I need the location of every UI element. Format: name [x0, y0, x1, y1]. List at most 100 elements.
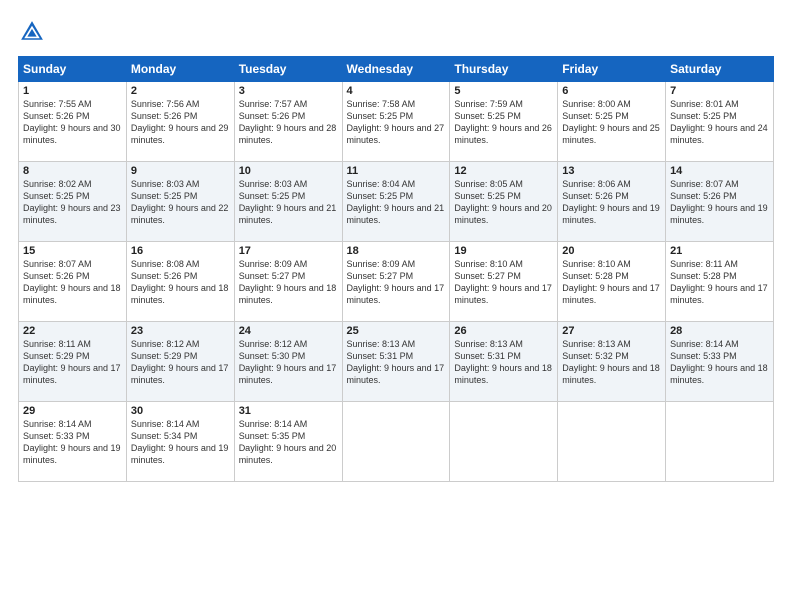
- day-cell: [342, 402, 450, 482]
- day-number: 7: [670, 85, 769, 97]
- day-number: 17: [239, 245, 338, 257]
- day-number: 13: [562, 165, 661, 177]
- page: SundayMondayTuesdayWednesdayThursdayFrid…: [0, 0, 792, 612]
- week-row-3: 15Sunrise: 8:07 AMSunset: 5:26 PMDayligh…: [19, 242, 774, 322]
- day-number: 5: [454, 85, 553, 97]
- day-cell: 31Sunrise: 8:14 AMSunset: 5:35 PMDayligh…: [234, 402, 342, 482]
- cell-details: Sunrise: 8:11 AMSunset: 5:29 PMDaylight:…: [23, 338, 122, 387]
- day-number: 23: [131, 325, 230, 337]
- cell-details: Sunrise: 7:58 AMSunset: 5:25 PMDaylight:…: [347, 98, 446, 147]
- day-cell: 27Sunrise: 8:13 AMSunset: 5:32 PMDayligh…: [558, 322, 666, 402]
- day-cell: 14Sunrise: 8:07 AMSunset: 5:26 PMDayligh…: [666, 162, 774, 242]
- cell-details: Sunrise: 7:59 AMSunset: 5:25 PMDaylight:…: [454, 98, 553, 147]
- day-number: 18: [347, 245, 446, 257]
- col-header-tuesday: Tuesday: [234, 57, 342, 82]
- day-number: 27: [562, 325, 661, 337]
- col-header-friday: Friday: [558, 57, 666, 82]
- day-number: 14: [670, 165, 769, 177]
- week-row-4: 22Sunrise: 8:11 AMSunset: 5:29 PMDayligh…: [19, 322, 774, 402]
- cell-details: Sunrise: 8:13 AMSunset: 5:32 PMDaylight:…: [562, 338, 661, 387]
- day-number: 28: [670, 325, 769, 337]
- day-number: 20: [562, 245, 661, 257]
- cell-details: Sunrise: 8:13 AMSunset: 5:31 PMDaylight:…: [347, 338, 446, 387]
- day-cell: 28Sunrise: 8:14 AMSunset: 5:33 PMDayligh…: [666, 322, 774, 402]
- day-cell: 22Sunrise: 8:11 AMSunset: 5:29 PMDayligh…: [19, 322, 127, 402]
- cell-details: Sunrise: 8:07 AMSunset: 5:26 PMDaylight:…: [670, 178, 769, 227]
- cell-details: Sunrise: 8:07 AMSunset: 5:26 PMDaylight:…: [23, 258, 122, 307]
- day-cell: 15Sunrise: 8:07 AMSunset: 5:26 PMDayligh…: [19, 242, 127, 322]
- cell-details: Sunrise: 8:14 AMSunset: 5:35 PMDaylight:…: [239, 418, 338, 467]
- day-cell: 5Sunrise: 7:59 AMSunset: 5:25 PMDaylight…: [450, 82, 558, 162]
- day-cell: 30Sunrise: 8:14 AMSunset: 5:34 PMDayligh…: [126, 402, 234, 482]
- day-number: 24: [239, 325, 338, 337]
- week-row-2: 8Sunrise: 8:02 AMSunset: 5:25 PMDaylight…: [19, 162, 774, 242]
- cell-details: Sunrise: 8:13 AMSunset: 5:31 PMDaylight:…: [454, 338, 553, 387]
- day-cell: 6Sunrise: 8:00 AMSunset: 5:25 PMDaylight…: [558, 82, 666, 162]
- cell-details: Sunrise: 7:57 AMSunset: 5:26 PMDaylight:…: [239, 98, 338, 147]
- day-number: 25: [347, 325, 446, 337]
- day-cell: 10Sunrise: 8:03 AMSunset: 5:25 PMDayligh…: [234, 162, 342, 242]
- day-number: 19: [454, 245, 553, 257]
- calendar-table: SundayMondayTuesdayWednesdayThursdayFrid…: [18, 56, 774, 482]
- day-cell: 29Sunrise: 8:14 AMSunset: 5:33 PMDayligh…: [19, 402, 127, 482]
- cell-details: Sunrise: 7:56 AMSunset: 5:26 PMDaylight:…: [131, 98, 230, 147]
- col-header-saturday: Saturday: [666, 57, 774, 82]
- cell-details: Sunrise: 8:14 AMSunset: 5:33 PMDaylight:…: [23, 418, 122, 467]
- day-cell: 24Sunrise: 8:12 AMSunset: 5:30 PMDayligh…: [234, 322, 342, 402]
- day-cell: 12Sunrise: 8:05 AMSunset: 5:25 PMDayligh…: [450, 162, 558, 242]
- day-cell: 16Sunrise: 8:08 AMSunset: 5:26 PMDayligh…: [126, 242, 234, 322]
- day-number: 29: [23, 405, 122, 417]
- day-number: 6: [562, 85, 661, 97]
- day-cell: 23Sunrise: 8:12 AMSunset: 5:29 PMDayligh…: [126, 322, 234, 402]
- day-number: 30: [131, 405, 230, 417]
- day-number: 31: [239, 405, 338, 417]
- cell-details: Sunrise: 8:05 AMSunset: 5:25 PMDaylight:…: [454, 178, 553, 227]
- cell-details: Sunrise: 8:03 AMSunset: 5:25 PMDaylight:…: [239, 178, 338, 227]
- logo-icon: [18, 18, 46, 46]
- cell-details: Sunrise: 7:55 AMSunset: 5:26 PMDaylight:…: [23, 98, 122, 147]
- week-row-5: 29Sunrise: 8:14 AMSunset: 5:33 PMDayligh…: [19, 402, 774, 482]
- cell-details: Sunrise: 8:12 AMSunset: 5:30 PMDaylight:…: [239, 338, 338, 387]
- cell-details: Sunrise: 8:06 AMSunset: 5:26 PMDaylight:…: [562, 178, 661, 227]
- day-number: 9: [131, 165, 230, 177]
- day-cell: 3Sunrise: 7:57 AMSunset: 5:26 PMDaylight…: [234, 82, 342, 162]
- cell-details: Sunrise: 8:08 AMSunset: 5:26 PMDaylight:…: [131, 258, 230, 307]
- day-cell: [666, 402, 774, 482]
- cell-details: Sunrise: 8:09 AMSunset: 5:27 PMDaylight:…: [347, 258, 446, 307]
- cell-details: Sunrise: 8:10 AMSunset: 5:27 PMDaylight:…: [454, 258, 553, 307]
- day-cell: 19Sunrise: 8:10 AMSunset: 5:27 PMDayligh…: [450, 242, 558, 322]
- col-header-sunday: Sunday: [19, 57, 127, 82]
- cell-details: Sunrise: 8:02 AMSunset: 5:25 PMDaylight:…: [23, 178, 122, 227]
- day-cell: 11Sunrise: 8:04 AMSunset: 5:25 PMDayligh…: [342, 162, 450, 242]
- day-number: 21: [670, 245, 769, 257]
- day-cell: [558, 402, 666, 482]
- day-cell: 8Sunrise: 8:02 AMSunset: 5:25 PMDaylight…: [19, 162, 127, 242]
- cell-details: Sunrise: 8:11 AMSunset: 5:28 PMDaylight:…: [670, 258, 769, 307]
- day-number: 12: [454, 165, 553, 177]
- day-number: 10: [239, 165, 338, 177]
- cell-details: Sunrise: 8:03 AMSunset: 5:25 PMDaylight:…: [131, 178, 230, 227]
- day-number: 3: [239, 85, 338, 97]
- day-cell: 20Sunrise: 8:10 AMSunset: 5:28 PMDayligh…: [558, 242, 666, 322]
- cell-details: Sunrise: 8:10 AMSunset: 5:28 PMDaylight:…: [562, 258, 661, 307]
- col-header-thursday: Thursday: [450, 57, 558, 82]
- day-number: 11: [347, 165, 446, 177]
- cell-details: Sunrise: 8:04 AMSunset: 5:25 PMDaylight:…: [347, 178, 446, 227]
- col-header-wednesday: Wednesday: [342, 57, 450, 82]
- day-cell: 1Sunrise: 7:55 AMSunset: 5:26 PMDaylight…: [19, 82, 127, 162]
- cell-details: Sunrise: 8:00 AMSunset: 5:25 PMDaylight:…: [562, 98, 661, 147]
- day-cell: [450, 402, 558, 482]
- col-header-monday: Monday: [126, 57, 234, 82]
- day-number: 22: [23, 325, 122, 337]
- day-number: 2: [131, 85, 230, 97]
- week-row-1: 1Sunrise: 7:55 AMSunset: 5:26 PMDaylight…: [19, 82, 774, 162]
- day-number: 16: [131, 245, 230, 257]
- day-number: 8: [23, 165, 122, 177]
- day-number: 26: [454, 325, 553, 337]
- day-number: 4: [347, 85, 446, 97]
- day-cell: 21Sunrise: 8:11 AMSunset: 5:28 PMDayligh…: [666, 242, 774, 322]
- cell-details: Sunrise: 8:01 AMSunset: 5:25 PMDaylight:…: [670, 98, 769, 147]
- header: [18, 18, 774, 46]
- logo: [18, 18, 50, 46]
- day-cell: 25Sunrise: 8:13 AMSunset: 5:31 PMDayligh…: [342, 322, 450, 402]
